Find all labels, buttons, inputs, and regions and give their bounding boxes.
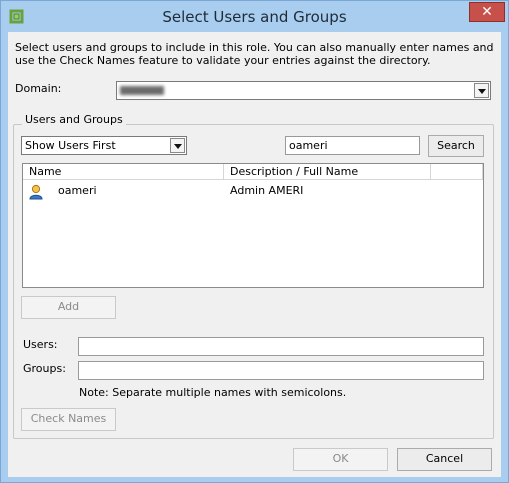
column-header-description[interactable]: Description / Full Name (224, 164, 431, 180)
window-title: Select Users and Groups (162, 8, 347, 26)
groups-field[interactable] (78, 361, 484, 380)
add-button[interactable]: Add (21, 296, 116, 319)
check-names-button[interactable]: Check Names (21, 408, 116, 431)
search-input[interactable]: oameri (285, 136, 420, 155)
dialog-body: Select users and groups to include in th… (8, 32, 501, 477)
row-description[interactable]: Admin AMERI (230, 184, 303, 198)
cancel-button[interactable]: Cancel (397, 448, 492, 471)
groups-label: Groups: (23, 362, 66, 375)
column-header-name[interactable]: Name (23, 164, 224, 180)
users-and-groups-legend: Users and Groups (22, 113, 126, 126)
column-header-filler (431, 164, 483, 180)
users-field[interactable] (78, 337, 484, 356)
ok-button[interactable]: OK (293, 448, 388, 471)
chevron-down-icon[interactable] (170, 138, 185, 153)
domain-redacted-value (120, 86, 164, 95)
search-input-value: oameri (289, 139, 328, 152)
users-groups-list[interactable]: Name Description / Full Name oameri Admi… (22, 163, 484, 288)
chevron-down-icon[interactable] (474, 83, 489, 98)
sort-order-select[interactable]: Show Users First (21, 136, 187, 155)
sort-order-value: Show Users First (25, 139, 116, 152)
users-label: Users: (23, 338, 58, 351)
intro-text: Select users and groups to include in th… (15, 41, 494, 67)
domain-label: Domain: (15, 82, 62, 95)
close-button[interactable]: ✕ (469, 2, 505, 22)
dialog-window: Select Users and Groups ✕ Select users a… (0, 0, 509, 483)
separator-note: Note: Separate multiple names with semic… (79, 386, 347, 399)
user-icon (29, 184, 43, 200)
search-button[interactable]: Search (428, 135, 484, 157)
domain-select[interactable] (116, 81, 491, 100)
title-bar[interactable]: Select Users and Groups ✕ (1, 1, 508, 32)
row-name[interactable]: oameri (58, 184, 97, 198)
